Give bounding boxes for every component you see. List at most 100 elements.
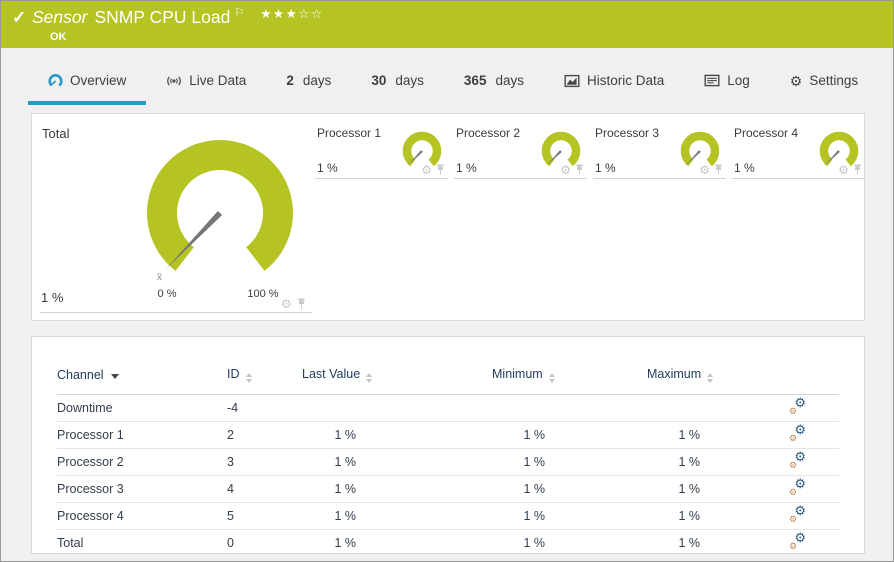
tab-live-data[interactable]: Live Data	[146, 60, 266, 105]
spacer	[370, 529, 492, 553]
gear-icon: ⚙	[789, 72, 803, 89]
channel-maximum	[647, 394, 714, 422]
col-header-minimum[interactable]: Minimum	[492, 363, 559, 395]
gauge-value: 1 %	[456, 161, 477, 175]
sensor-page: ✓ Sensor SNMP CPU Load ⚐ ★★★☆☆ OK Overview	[0, 0, 894, 562]
channel-maximum: 1 %	[647, 448, 714, 476]
col-header-last-value[interactable]: Last Value	[302, 363, 373, 395]
spacer	[559, 448, 647, 476]
tab-bar: Overview Live Data 2 days 30 days 365 da…	[1, 48, 893, 105]
priority-stars[interactable]: ★★★☆☆	[260, 7, 324, 21]
channel-last-value: 1 %	[302, 448, 370, 476]
broadcast-icon	[167, 76, 182, 85]
channel-id: 4	[227, 475, 302, 503]
processor-gauges: Processor 1 1 % ⚙ Processor 2 1 % ⚙ Proc…	[315, 124, 865, 179]
sort-icon	[548, 373, 555, 383]
channel-settings-cell: ⚙ ⚙	[714, 448, 839, 476]
channel-minimum	[492, 394, 559, 422]
channel-settings-cell: ⚙ ⚙	[714, 529, 839, 553]
channel-last-value: 1 %	[302, 421, 370, 449]
processor-gauge-panel: Processor 4 1 % ⚙	[732, 124, 865, 179]
tab-2-days[interactable]: 2 days	[266, 60, 351, 105]
gauge-settings-icon[interactable]: ⚙	[699, 164, 710, 176]
channel-id: 2	[227, 421, 302, 449]
gauge-value: 1 %	[41, 290, 64, 305]
status-badge: OK	[50, 31, 67, 43]
channel-row: Processor 4 5 1 % 1 % 1 % ⚙ ⚙	[57, 502, 839, 530]
channel-maximum: 1 %	[647, 475, 714, 503]
spacer	[370, 421, 492, 449]
channel-id: 3	[227, 448, 302, 476]
channel-settings-icon[interactable]: ⚙ ⚙	[789, 395, 806, 416]
spacer	[370, 448, 492, 476]
tab-historic-data[interactable]: Historic Data	[544, 60, 684, 105]
gauge-toolbar: ⚙	[838, 164, 862, 176]
gauge-title: Processor 2	[456, 126, 521, 140]
channel-name: Total	[57, 529, 227, 553]
channel-name: Downtime	[57, 394, 227, 422]
sort-icon	[366, 373, 373, 383]
channel-settings-icon[interactable]: ⚙ ⚙	[789, 476, 806, 497]
spacer	[370, 475, 492, 503]
tab-log[interactable]: Log	[684, 60, 770, 105]
sort-icon	[707, 373, 714, 383]
status-check-icon: ✓	[12, 8, 27, 27]
spacer	[370, 394, 492, 422]
sensor-header: ✓ Sensor SNMP CPU Load ⚐ ★★★☆☆ OK	[1, 1, 893, 48]
processor-gauge-panel: Processor 1 1 % ⚙	[315, 124, 448, 179]
sort-icon	[245, 373, 252, 383]
pin-icon[interactable]	[575, 164, 584, 176]
gauge-settings-icon[interactable]: ⚙	[281, 298, 292, 310]
spacer	[714, 363, 839, 395]
channels-table: Channel ID Last Value Minimum Maximum Do…	[57, 363, 839, 553]
divider	[40, 312, 312, 313]
processor-gauge-panel: Processor 2 1 % ⚙	[454, 124, 587, 179]
channel-id: 5	[227, 502, 302, 530]
gauge-title: Total	[42, 126, 70, 141]
channel-minimum: 1 %	[492, 475, 559, 503]
channel-row: Processor 3 4 1 % 1 % 1 % ⚙ ⚙	[57, 475, 839, 503]
channel-settings-icon[interactable]: ⚙ ⚙	[789, 530, 806, 551]
gauge-settings-icon[interactable]: ⚙	[838, 164, 849, 176]
channel-last-value	[302, 394, 370, 422]
processor-gauge-panel: Processor 3 1 % ⚙	[593, 124, 726, 179]
gauge-value: 1 %	[734, 161, 755, 175]
channel-settings-icon[interactable]: ⚙ ⚙	[789, 449, 806, 470]
mean-marker: x̄	[157, 272, 162, 283]
tab-30-days[interactable]: 30 days	[351, 60, 444, 105]
channel-name: Processor 4	[57, 502, 227, 530]
pin-icon[interactable]	[297, 298, 306, 310]
spacer	[559, 529, 647, 553]
pin-icon[interactable]	[853, 164, 862, 176]
channel-name: Processor 3	[57, 475, 227, 503]
flag-icon[interactable]: ⚐	[234, 7, 244, 19]
area-chart-icon	[564, 74, 580, 87]
tab-365-days[interactable]: 365 days	[444, 60, 544, 105]
spacer	[559, 502, 647, 530]
tab-settings[interactable]: ⚙ Settings	[770, 60, 878, 105]
overview-content: Total x̄ 0 % 100 % 1 % ⚙ Processor 1 1 %…	[1, 105, 893, 554]
gauge-value: 1 %	[595, 161, 616, 175]
gauge-title: Processor 1	[317, 126, 382, 140]
channel-last-value: 1 %	[302, 475, 370, 503]
table-header-row: Channel ID Last Value Minimum Maximum	[57, 363, 839, 395]
gauge-title: Processor 3	[595, 126, 660, 140]
pin-icon[interactable]	[436, 164, 445, 176]
spacer	[559, 363, 647, 395]
channel-settings-cell: ⚙ ⚙	[714, 502, 839, 530]
channel-row: Total 0 1 % 1 % 1 % ⚙ ⚙	[57, 529, 839, 553]
col-header-maximum[interactable]: Maximum	[647, 363, 714, 395]
total-cpu-gauge: x̄	[147, 140, 293, 283]
col-header-id[interactable]: ID	[227, 363, 302, 395]
channel-settings-icon[interactable]: ⚙ ⚙	[789, 503, 806, 524]
gauge-settings-icon[interactable]: ⚙	[560, 164, 571, 176]
tab-overview[interactable]: Overview	[28, 60, 147, 105]
pin-icon[interactable]	[714, 164, 723, 176]
col-header-channel[interactable]: Channel	[57, 363, 227, 395]
channel-maximum: 1 %	[647, 529, 714, 553]
gauge-toolbar: ⚙	[560, 164, 584, 176]
channel-settings-cell: ⚙ ⚙	[714, 394, 839, 422]
gauge-settings-icon[interactable]: ⚙	[421, 164, 432, 176]
channel-settings-icon[interactable]: ⚙ ⚙	[789, 422, 806, 443]
gauge-toolbar: ⚙	[699, 164, 723, 176]
